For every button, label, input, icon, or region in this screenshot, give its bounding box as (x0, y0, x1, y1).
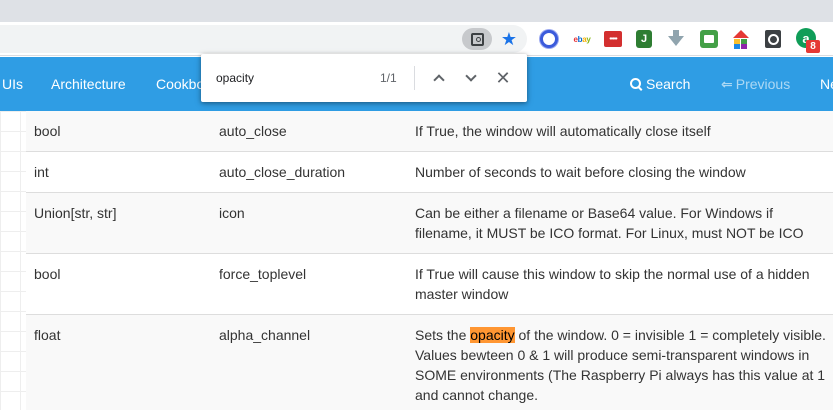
download-extension-icon[interactable] (667, 30, 685, 48)
close-icon: ✕ (495, 68, 511, 88)
description-cell: Can be either a filename or Base64 value… (407, 192, 833, 254)
find-divider (414, 66, 415, 90)
keep-extension-icon[interactable] (765, 30, 781, 48)
find-highlight: opacity (470, 327, 515, 343)
extension-badge: 8 (806, 40, 820, 53)
chevron-up-icon (433, 74, 445, 86)
green-extension-icon[interactable]: J (636, 30, 652, 48)
nav-search-link[interactable]: Search (630, 57, 690, 111)
print-extension-icon[interactable] (700, 30, 718, 48)
table-row: bool auto_close If True, the window will… (26, 111, 833, 152)
description-cell: If True, the window will automatically c… (407, 111, 833, 152)
find-next-button[interactable] (459, 66, 483, 90)
table-row: float alpha_channel Sets the opacity of … (26, 314, 833, 410)
type-cell: float (26, 314, 211, 410)
ebay-extension-icon[interactable]: ebay (571, 29, 593, 49)
type-cell: bool (26, 253, 211, 315)
type-cell: Union[str, str] (26, 192, 211, 254)
nav-item-architecture[interactable]: Architecture (51, 57, 126, 111)
chevron-down-icon (465, 70, 477, 82)
parameter-table: bool auto_close If True, the window will… (26, 111, 833, 410)
type-cell: int (26, 151, 211, 193)
address-bar[interactable] (0, 25, 527, 53)
find-close-button[interactable]: ✕ (491, 66, 515, 90)
browser-toolbar: ★ ebay J a (0, 22, 833, 56)
arrow-left-icon: ⇐ (721, 76, 733, 92)
nav-previous-link[interactable]: ⇐ Previous (721, 57, 790, 111)
home-extension-icon[interactable] (732, 30, 750, 49)
find-match-count: 1/1 (380, 71, 397, 85)
nav-item-uis[interactable]: UIs (2, 57, 23, 111)
description-cell: If True will cause this window to skip t… (407, 253, 833, 315)
extension-circle-icon[interactable] (539, 29, 559, 49)
tab-strip (0, 0, 833, 22)
name-cell: alpha_channel (211, 314, 407, 410)
find-in-page-icon[interactable] (462, 28, 492, 50)
search-icon (630, 78, 643, 91)
description-cell: Sets the opacity of the window. 0 = invi… (407, 314, 833, 410)
find-bar: 1/1 ✕ (201, 54, 527, 102)
name-cell: auto_close_duration (211, 151, 407, 193)
name-cell: force_toplevel (211, 253, 407, 315)
main-content: bool auto_close If True, the window will… (0, 111, 833, 410)
table-row: bool force_toplevel If True will cause t… (26, 253, 833, 315)
bookmark-star-icon[interactable]: ★ (499, 29, 519, 49)
table-row: int auto_close_duration Number of second… (26, 151, 833, 193)
find-previous-button[interactable] (427, 66, 451, 90)
find-input[interactable] (216, 68, 366, 88)
nav-next-link[interactable]: Next (820, 57, 833, 111)
description-cell: Number of seconds to wait before closing… (407, 151, 833, 193)
table-row: Union[str, str] icon Can be either a fil… (26, 192, 833, 254)
name-cell: icon (211, 192, 407, 254)
red-extension-icon[interactable] (604, 31, 622, 47)
type-cell: bool (26, 111, 211, 152)
name-cell: auto_close (211, 111, 407, 152)
